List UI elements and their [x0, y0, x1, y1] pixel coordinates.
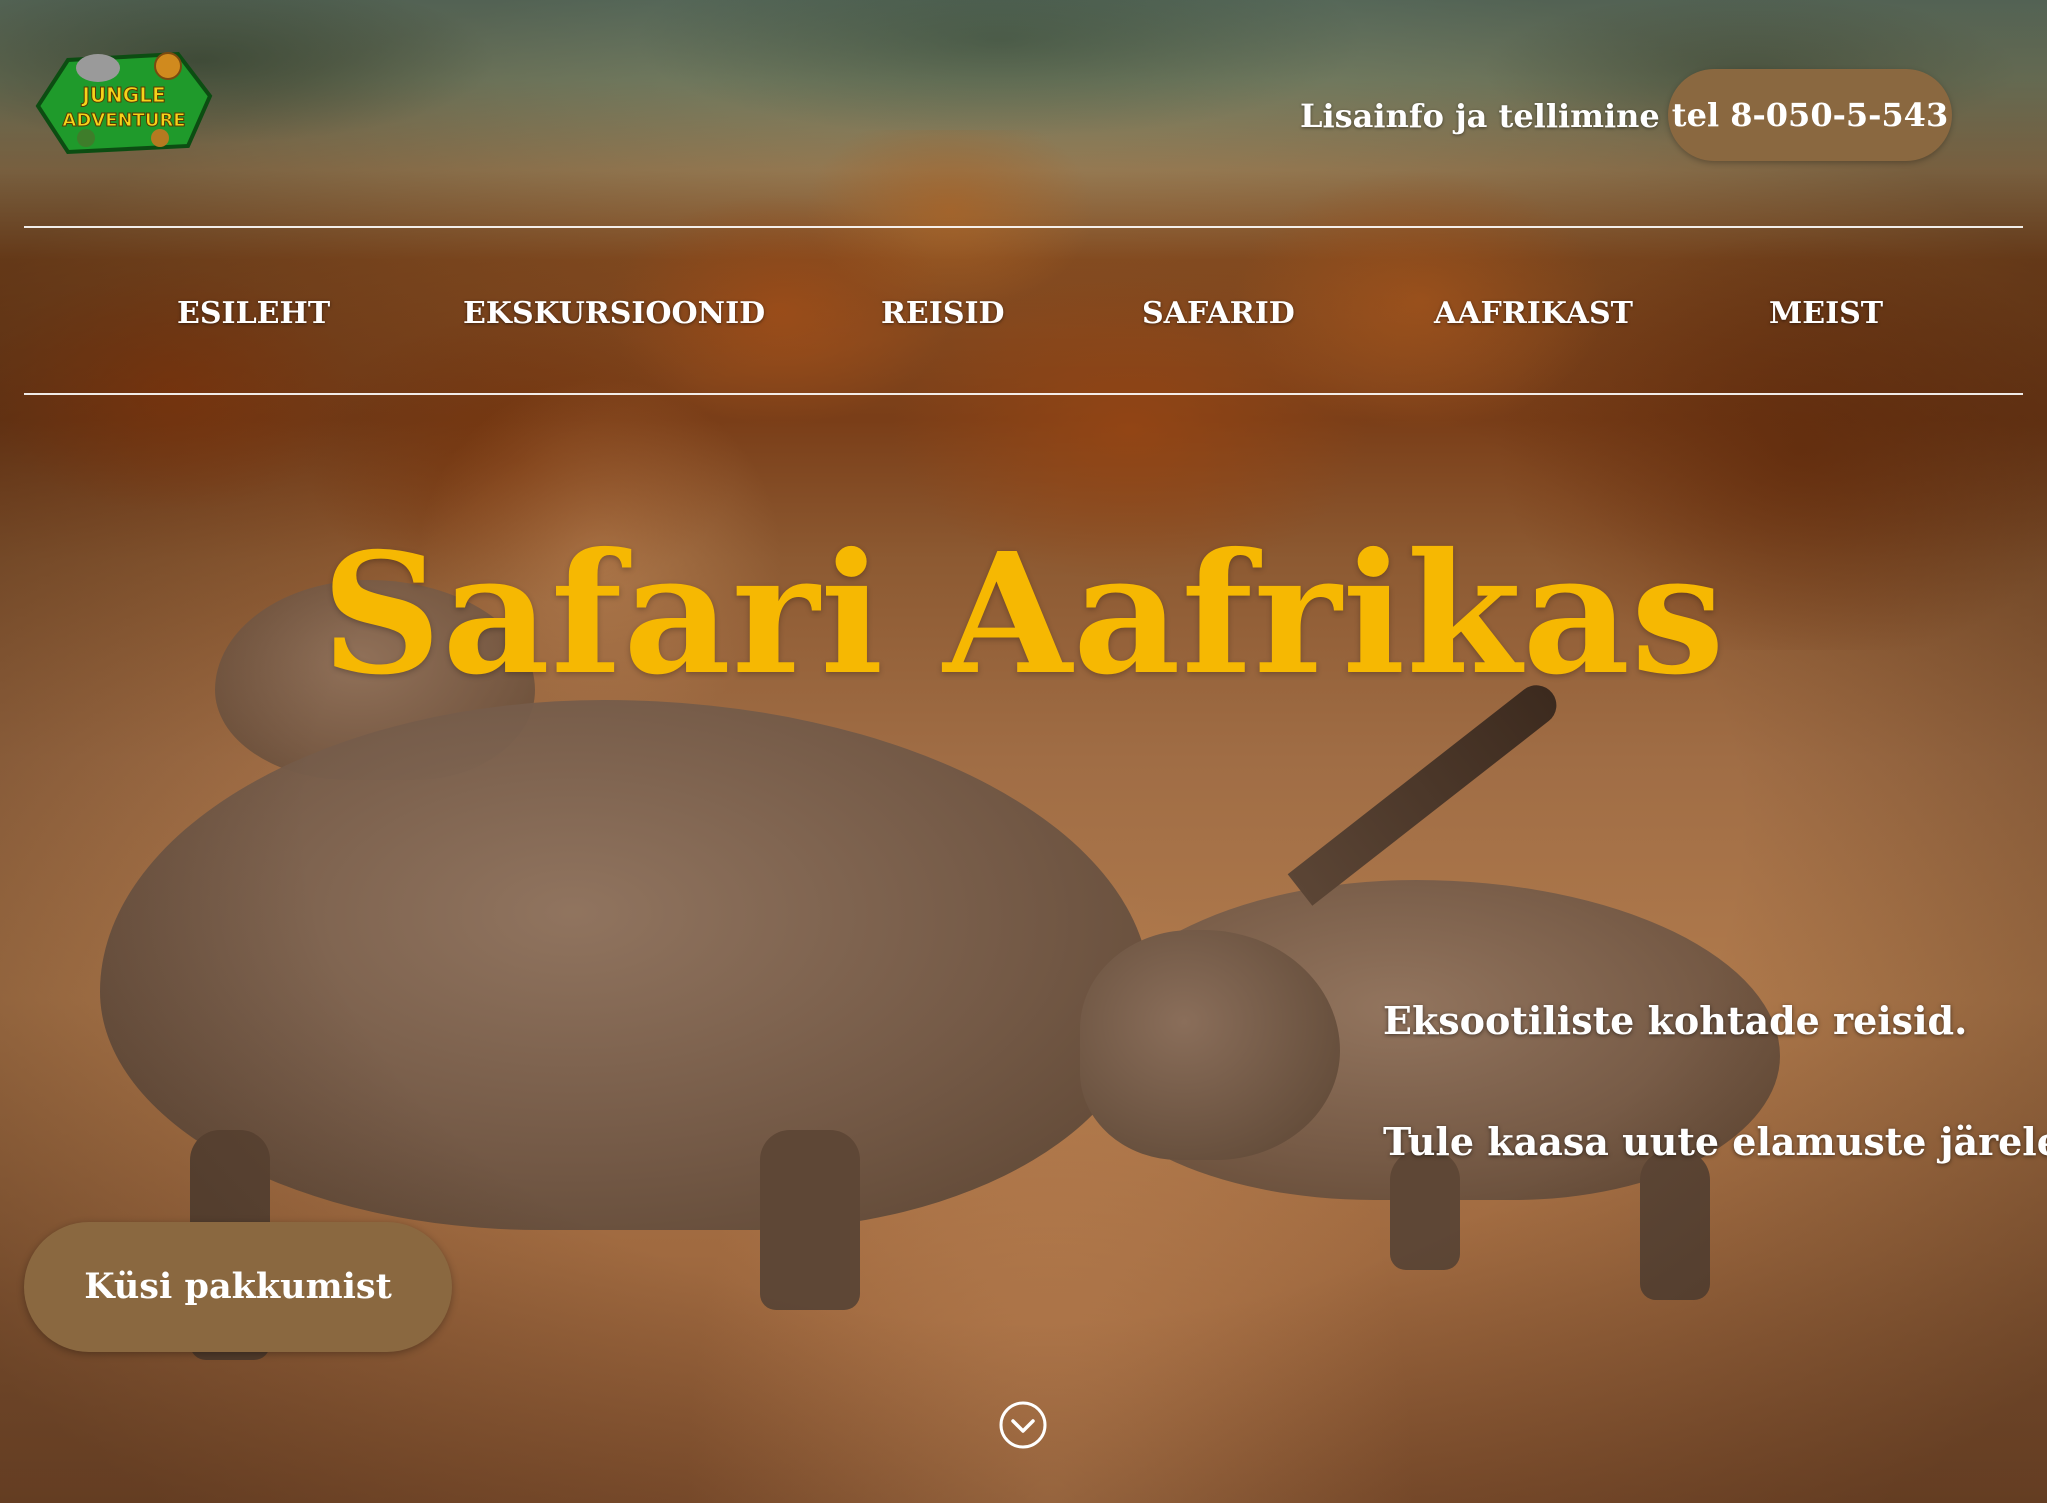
nav-item-ekskursioonid[interactable]: EKSKURSIOONID	[463, 228, 765, 393]
nav-item-meist[interactable]: MEIST	[1769, 228, 1883, 393]
phone-button[interactable]: tel 8-050-5-543	[1668, 69, 1952, 161]
main-navigation: ESILEHT EKSKURSIOONID REISID SAFARID AAF…	[24, 228, 2023, 393]
hero-tagline-1: Eksootiliste kohtade reisid.	[1383, 998, 1968, 1043]
info-order-link[interactable]: Lisainfo ja tellimine	[1300, 88, 1660, 144]
nav-item-esileht[interactable]: ESILEHT	[177, 228, 330, 393]
logo-text-line2: ADVENTURE	[62, 110, 185, 131]
nav-item-safarid[interactable]: SAFARID	[1142, 228, 1295, 393]
jungle-adventure-logo[interactable]: JUNGLE ADVENTURE	[28, 46, 216, 158]
logo-text-line1: JUNGLE	[80, 83, 165, 107]
nav-divider-bottom	[24, 393, 2023, 395]
scroll-down-icon	[999, 1401, 1047, 1449]
chevron-down-circle-icon[interactable]	[997, 1399, 1049, 1451]
request-offer-button[interactable]: Küsi pakkumist	[24, 1222, 452, 1352]
hero-title: Safari Aafrikas	[321, 517, 1726, 712]
nav-item-aafrikast[interactable]: AAFRIKAST	[1434, 228, 1633, 393]
logo-graphic: JUNGLE ADVENTURE	[35, 51, 213, 155]
nav-item-reisid[interactable]: REISID	[881, 228, 1005, 393]
hero-tagline-2: Tule kaasa uute elamuste järele!	[1383, 1119, 2047, 1164]
